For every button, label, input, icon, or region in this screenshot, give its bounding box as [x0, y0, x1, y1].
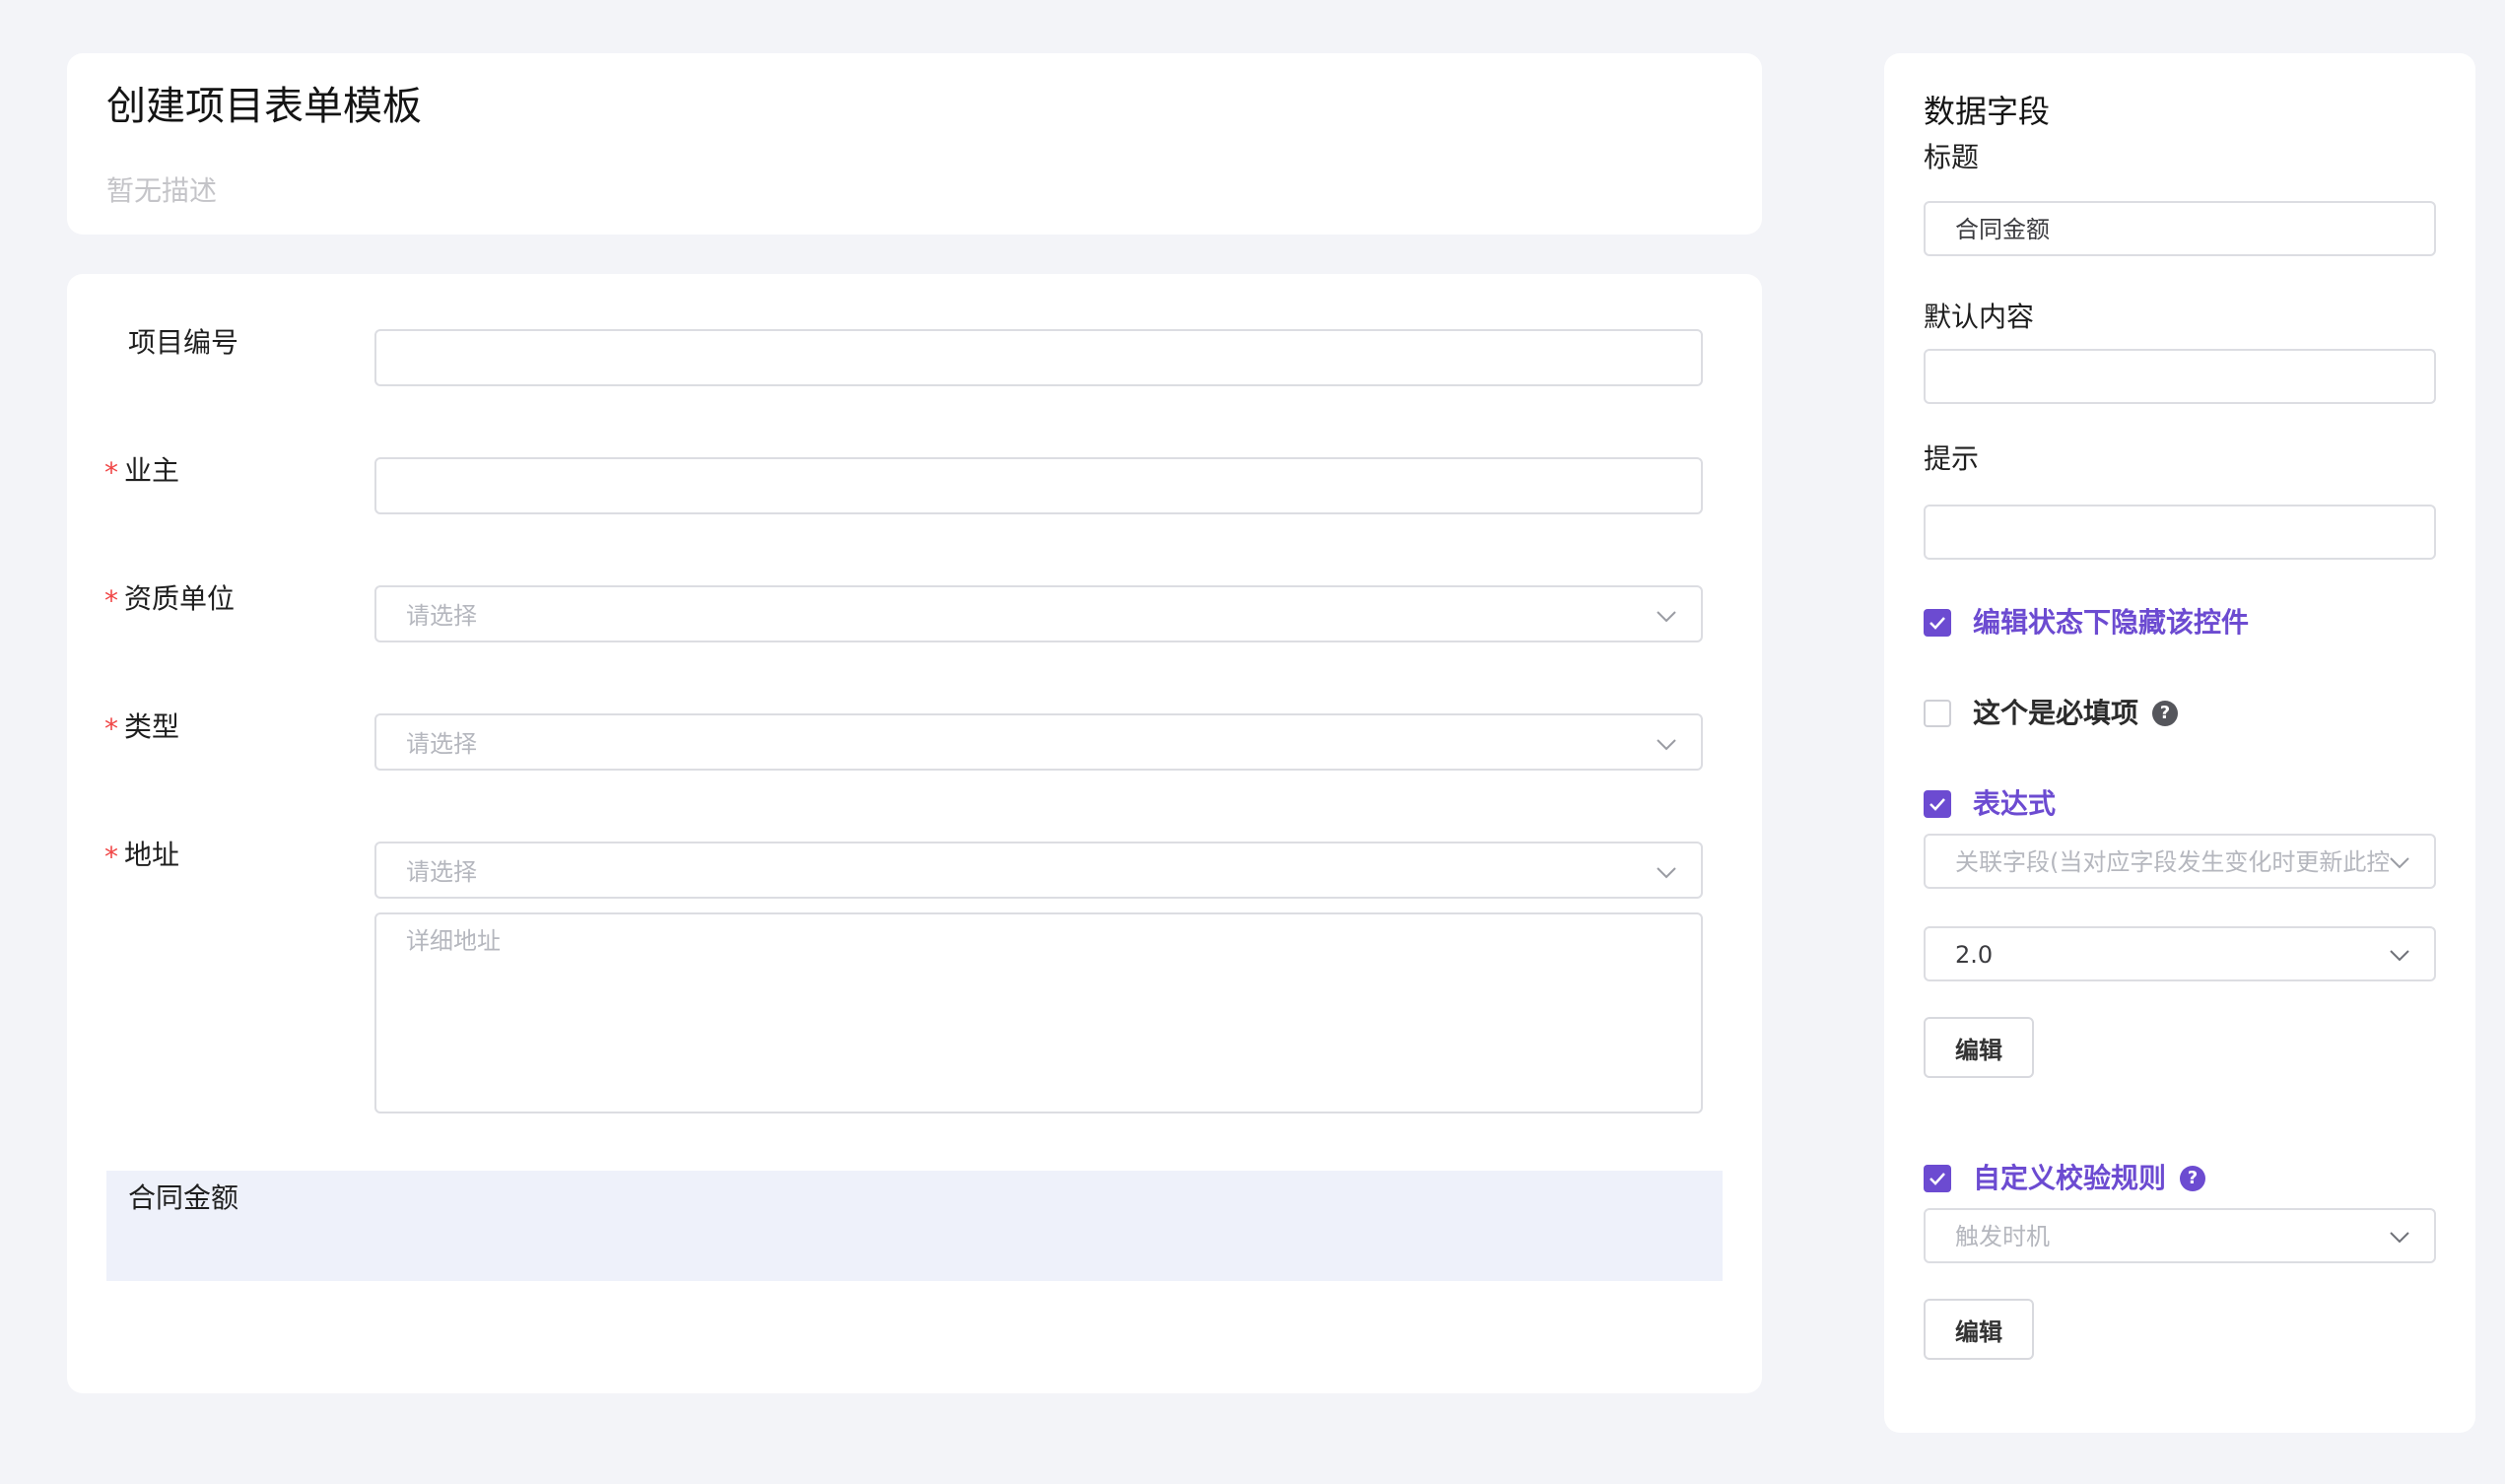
- check-icon: [1930, 1173, 1945, 1185]
- check-icon: [1930, 798, 1945, 811]
- chevron-down-icon: [2390, 1232, 2409, 1244]
- trigger-timing-placeholder: 触发时机: [1955, 1223, 2050, 1250]
- page-description: 暂无描述: [106, 174, 218, 207]
- field-label-qualification-row: * 资质单位: [104, 581, 235, 617]
- chevron-down-icon: [2390, 950, 2409, 962]
- expression-edit-button[interactable]: 编辑: [1924, 1017, 2034, 1078]
- field-label-address-row: * 地址: [104, 838, 179, 873]
- related-field-placeholder: 关联字段(当对应字段发生变化时更新此控: [1955, 848, 2389, 876]
- hint-input[interactable]: [1924, 505, 2436, 560]
- chevron-down-icon: [1657, 867, 1676, 879]
- custom-rule-edit-button[interactable]: 编辑: [1924, 1299, 2034, 1360]
- field-label-owner: 业主: [124, 454, 180, 487]
- page-title: 创建项目表单模板: [106, 84, 422, 129]
- trigger-timing-select[interactable]: 触发时机: [1924, 1208, 2436, 1263]
- related-field-select[interactable]: 关联字段(当对应字段发生变化时更新此控: [1924, 834, 2436, 889]
- qualification-select[interactable]: 请选择: [374, 585, 1703, 642]
- required-mark: *: [104, 584, 118, 617]
- hide-when-editing-checkbox-row[interactable]: 编辑状态下隐藏该控件: [1924, 605, 2249, 641]
- required-mark: *: [104, 456, 118, 489]
- expression-checkbox-row[interactable]: 表达式: [1924, 786, 2056, 822]
- expression-checkbox[interactable]: [1924, 790, 1951, 818]
- selected-field-contract-amount[interactable]: 合同金额: [106, 1171, 1723, 1281]
- required-item-checkbox[interactable]: [1924, 700, 1951, 727]
- title-input[interactable]: 合同金额: [1924, 201, 2436, 256]
- contract-amount-label: 合同金额: [128, 1181, 239, 1214]
- field-label-type-row: * 类型: [104, 709, 179, 745]
- address-detail-placeholder: 详细地址: [406, 927, 501, 955]
- owner-input[interactable]: [374, 457, 1703, 514]
- required-mark: *: [104, 712, 118, 745]
- required-item-label: 这个是必填项: [1973, 697, 2139, 729]
- check-icon: [1930, 617, 1945, 630]
- hide-when-editing-checkbox[interactable]: [1924, 609, 1951, 637]
- form-card: 项目编号 * 业主 * 资质单位 请选择 * 类型 请选择 * 地址 请选择 详细地址 …: [67, 274, 1762, 1393]
- title-label: 标题: [1924, 141, 1980, 173]
- chevron-down-icon: [1657, 739, 1676, 751]
- field-label-project-number: 项目编号: [128, 326, 239, 359]
- field-label-owner-row: * 业主: [104, 453, 179, 489]
- project-number-input[interactable]: [374, 329, 1703, 386]
- required-mark: *: [104, 841, 118, 873]
- expression-version-select[interactable]: 2.0: [1924, 926, 2436, 981]
- field-properties-panel: 数据字段 标题 合同金额 默认内容 提示 编辑状态下隐藏该控件 这个是必填项 ?…: [1884, 53, 2475, 1433]
- help-icon[interactable]: ?: [2152, 701, 2179, 726]
- hide-when-editing-label: 编辑状态下隐藏该控件: [1973, 606, 2250, 639]
- hint-label: 提示: [1924, 442, 1980, 475]
- expression-label: 表达式: [1973, 787, 2057, 820]
- default-content-label: 默认内容: [1924, 301, 2035, 333]
- panel-title: 数据字段: [1924, 93, 2051, 130]
- custom-rule-checkbox-row[interactable]: 自定义校验规则 ?: [1924, 1161, 2206, 1196]
- type-placeholder: 请选择: [406, 730, 477, 758]
- expression-version-value: 2.0: [1955, 941, 1994, 969]
- field-label-type: 类型: [124, 710, 180, 743]
- custom-rule-label: 自定义校验规则: [1973, 1162, 2167, 1194]
- field-label-qualification: 资质单位: [124, 582, 236, 615]
- address-detail-textarea[interactable]: 详细地址: [374, 912, 1703, 1113]
- custom-rule-checkbox[interactable]: [1924, 1165, 1951, 1192]
- qualification-placeholder: 请选择: [406, 602, 477, 630]
- default-content-input[interactable]: [1924, 349, 2436, 404]
- header-card: 创建项目表单模板 暂无描述: [67, 53, 1762, 235]
- title-input-value: 合同金额: [1955, 216, 2050, 243]
- address-select[interactable]: 请选择: [374, 842, 1703, 899]
- field-label-address: 地址: [124, 839, 180, 871]
- address-placeholder: 请选择: [406, 858, 477, 886]
- required-item-checkbox-row[interactable]: 这个是必填项 ?: [1924, 696, 2179, 731]
- help-icon[interactable]: ?: [2180, 1166, 2206, 1191]
- chevron-down-icon: [1657, 611, 1676, 623]
- type-select[interactable]: 请选择: [374, 713, 1703, 771]
- chevron-down-icon: [2390, 857, 2409, 869]
